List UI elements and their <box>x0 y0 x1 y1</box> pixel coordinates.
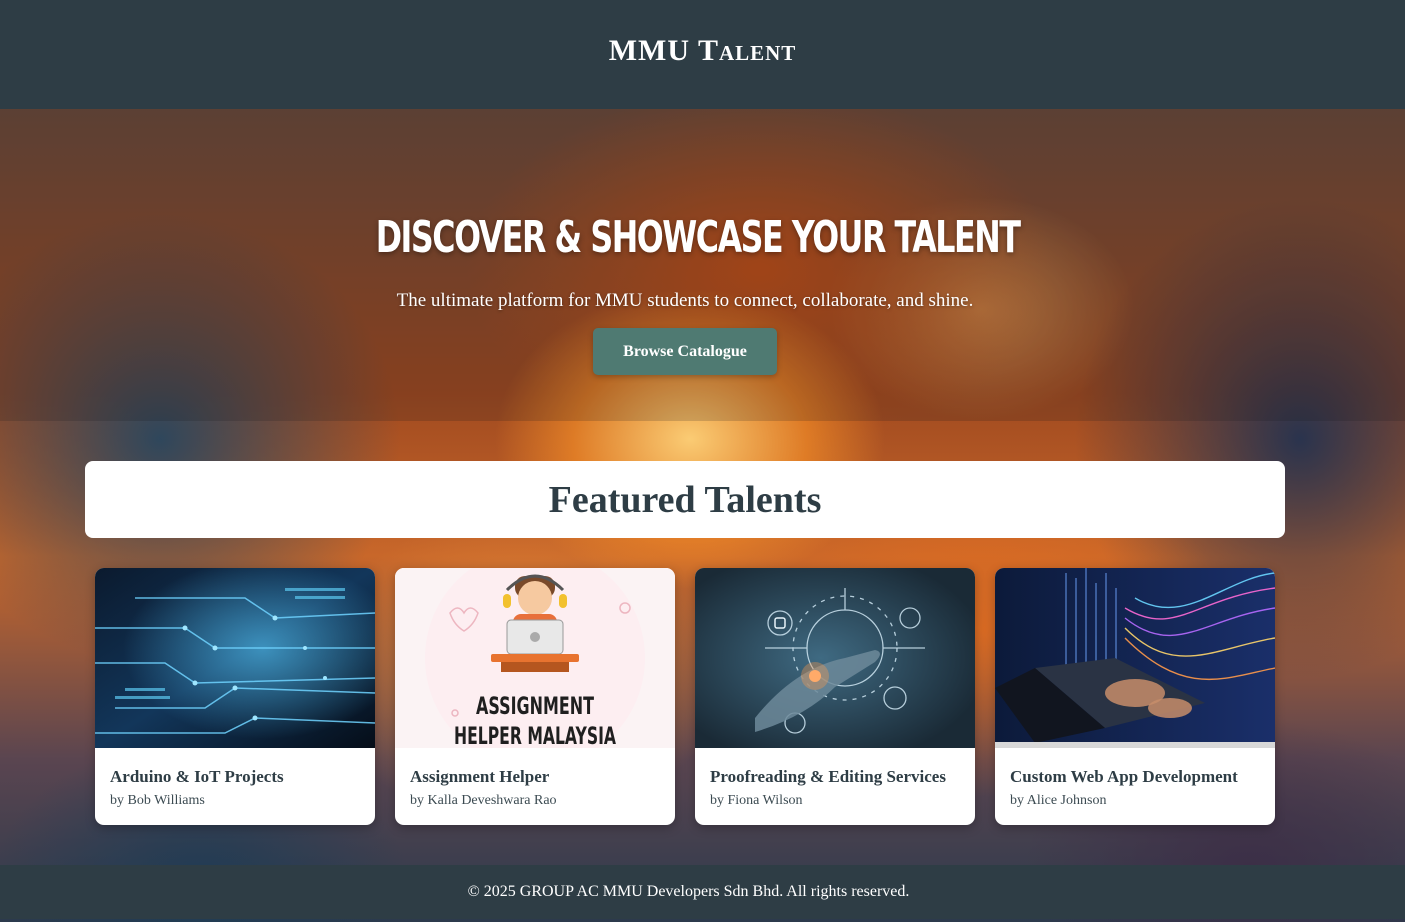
talent-card-assignment-helper[interactable]: ASSIGNMENT HELPER MALAYSIA Assignment He… <box>395 568 675 825</box>
assignment-image-text-line1: ASSIGNMENT <box>476 692 594 720</box>
assignment-image-text-line2: HELPER MALAYSIA <box>454 722 616 748</box>
assignment-helper-image: ASSIGNMENT HELPER MALAYSIA <box>395 568 675 748</box>
talent-card-web-app[interactable]: Custom Web App Development by Alice John… <box>995 568 1275 825</box>
talent-cards: Arduino & IoT Projects by Bob Williams A… <box>95 568 1275 825</box>
featured-heading: Featured Talents <box>548 478 822 521</box>
card-author: by Kalla Deveshwara Rao <box>410 793 557 808</box>
featured-heading-panel: Featured Talents <box>85 461 1285 538</box>
card-author: by Fiona Wilson <box>710 793 803 808</box>
card-title: Proofreading & Editing Services <box>710 767 946 786</box>
hero-subtitle: The ultimate platform for MMU students t… <box>396 290 974 311</box>
laptop-code-image <box>995 568 1275 748</box>
card-author: by Bob Williams <box>110 793 205 808</box>
browse-catalogue-button[interactable]: Browse Catalogue <box>593 328 777 375</box>
footer-copyright: © 2025 GROUP AC MMU Developers Sdn Bhd. … <box>467 883 910 900</box>
talent-card-proofreading[interactable]: Proofreading & Editing Services by Fiona… <box>695 568 975 825</box>
hero-title: Discover & Showcase Your Talent <box>375 212 1021 263</box>
card-author: by Alice Johnson <box>1010 793 1107 808</box>
circuit-board-image <box>95 568 375 748</box>
brand-logo[interactable]: MMU Talent <box>609 34 797 68</box>
digital-hand-image <box>695 568 975 748</box>
card-title: Arduino & IoT Projects <box>110 767 284 786</box>
card-title: Custom Web App Development <box>1010 767 1238 786</box>
site-header: MMU Talent <box>0 0 1405 109</box>
site-footer: © 2025 GROUP AC MMU Developers Sdn Bhd. … <box>0 865 1405 919</box>
card-title: Assignment Helper <box>410 767 550 786</box>
talent-card-arduino[interactable]: Arduino & IoT Projects by Bob Williams <box>95 568 375 825</box>
